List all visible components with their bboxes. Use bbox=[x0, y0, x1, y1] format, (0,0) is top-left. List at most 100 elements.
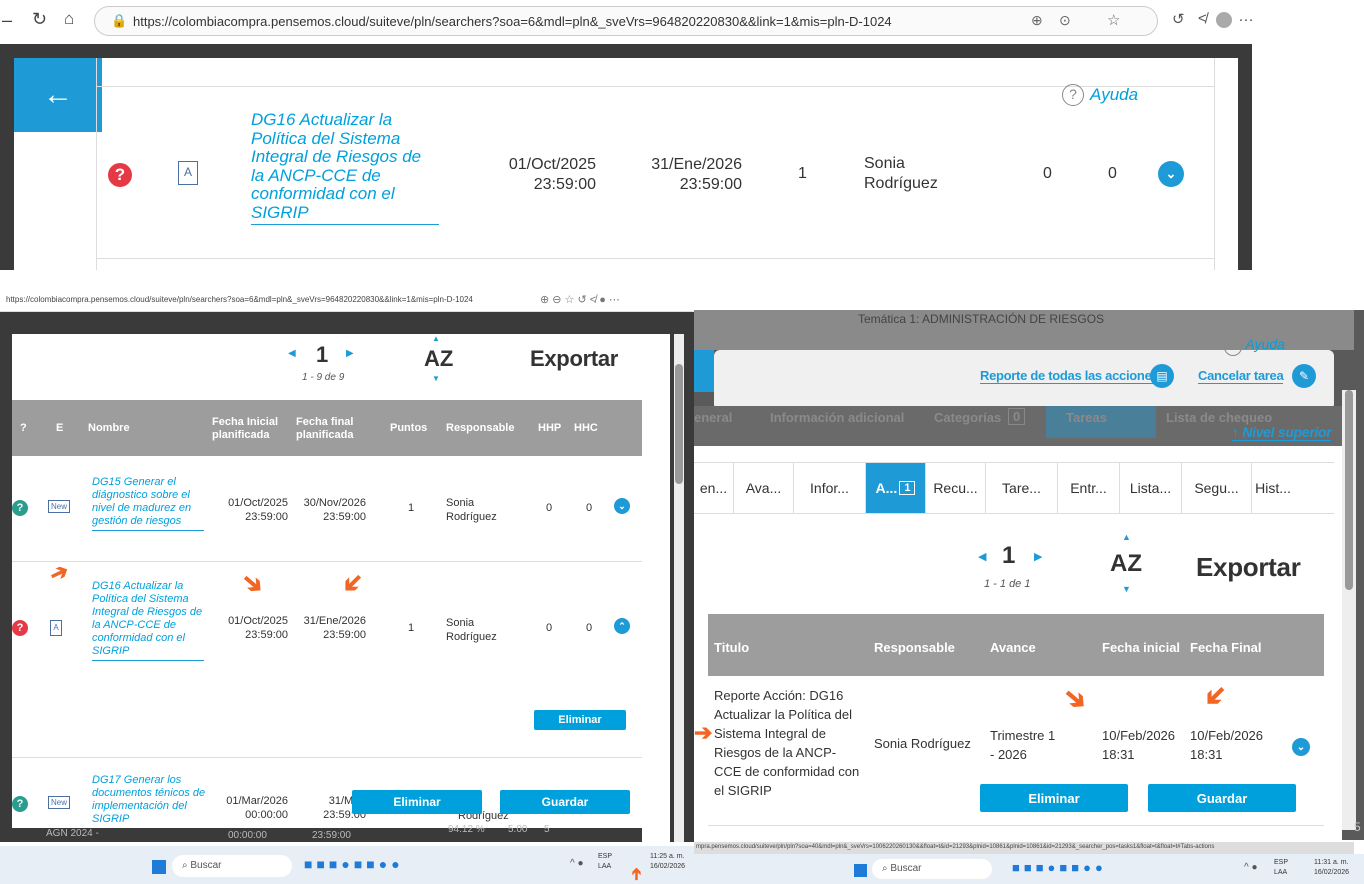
tab-10[interactable]: Hist... bbox=[1252, 463, 1294, 513]
address-bar[interactable]: 🔒 https://colombiacompra.pensemos.cloud/… bbox=[94, 6, 1158, 36]
left-pagination-next[interactable]: ▶ bbox=[346, 348, 354, 359]
tab-8[interactable]: Lista... bbox=[1120, 463, 1182, 513]
reload-icon[interactable]: ↻ bbox=[32, 9, 47, 30]
right-sort-down[interactable]: ▼ bbox=[1122, 584, 1131, 594]
left-sort-down[interactable]: ▼ bbox=[432, 374, 440, 383]
end-date: 30/Nov/2026 23:59:00 bbox=[303, 497, 366, 523]
row-right-border bbox=[1214, 58, 1215, 270]
question-status-icon: ? bbox=[12, 620, 28, 636]
hhp: 0 bbox=[1043, 165, 1052, 182]
new-badge-icon: New bbox=[48, 500, 71, 513]
tab-3[interactable]: Infor... bbox=[794, 463, 866, 513]
left-export[interactable]: Exportar bbox=[530, 346, 618, 372]
left-pagination-prev[interactable]: ◀ bbox=[288, 348, 296, 359]
favorites-bar-icon[interactable]: ≮ bbox=[1198, 10, 1207, 27]
tab-6[interactable]: Tare... bbox=[986, 463, 1058, 513]
right-header-end[interactable]: Fecha Final bbox=[1190, 640, 1262, 655]
back-nav-icon[interactable]: – bbox=[2, 10, 12, 31]
tab-2[interactable]: Ava... bbox=[734, 463, 794, 513]
up-level-link[interactable]: ↑ Nivel superior bbox=[1232, 424, 1332, 441]
task-name-link[interactable]: DG16 Actualizar la Política del Sistema … bbox=[251, 110, 439, 225]
left-url-text: https://colombiacompra.pensemos.cloud/su… bbox=[6, 295, 473, 304]
zoom-icon[interactable]: ⊕ bbox=[1031, 12, 1043, 29]
delete-button[interactable]: Eliminar bbox=[352, 790, 482, 814]
tab-active[interactable]: A... 1 bbox=[866, 463, 926, 513]
cancel-task-link[interactable]: Cancelar tarea bbox=[1198, 368, 1284, 384]
report-icon[interactable]: ▤ bbox=[1150, 364, 1174, 388]
task-name-link[interactable]: DG15 Generar el diágnostico sobre el niv… bbox=[92, 476, 204, 531]
start-date: 01/Oct/2025 23:59:00 bbox=[228, 615, 288, 641]
left-header-hhc[interactable]: HHC bbox=[574, 422, 598, 434]
left-header-hhp[interactable]: HHP bbox=[538, 422, 561, 434]
taskbar-search[interactable]: ⌕ Buscar bbox=[172, 855, 292, 877]
right-help-link[interactable]: ? Ayuda bbox=[1224, 336, 1285, 356]
task-name-link[interactable]: DG17 Generar los documentos ténicos de i… bbox=[92, 774, 210, 832]
right-pagination-next[interactable]: ▶ bbox=[1034, 550, 1042, 563]
cancel-task-icon[interactable]: ✎ bbox=[1292, 364, 1316, 388]
tab-9[interactable]: Segu... bbox=[1182, 463, 1252, 513]
left-page-number: 1 bbox=[316, 342, 329, 367]
right-topic-text: Temática 1: ADMINISTRACIÓN DE RIESGOS bbox=[858, 312, 1105, 326]
right-header-start[interactable]: Fecha inicial bbox=[1102, 640, 1180, 655]
right-pagination-prev[interactable]: ◀ bbox=[978, 550, 986, 563]
profile-icon[interactable] bbox=[1216, 12, 1232, 28]
right-sort[interactable]: AZ bbox=[1110, 550, 1142, 578]
left-table-header: ? E Nombre Fecha Inicial planificada Fec… bbox=[12, 400, 642, 456]
table-row: ? New DG15 Generar el diágnostico sobre … bbox=[12, 456, 642, 562]
report-all-link[interactable]: Reporte de todas las acciones bbox=[980, 368, 1159, 384]
windows-start-icon[interactable] bbox=[152, 860, 166, 874]
left-header-name[interactable]: Nombre bbox=[88, 422, 130, 434]
sub-tabs: en... Ava... Infor... A... 1 Recu... Tare… bbox=[694, 462, 1334, 514]
start-date: 01/Oct/2025 23:59:00 bbox=[508, 156, 596, 193]
left-scrollbar[interactable] bbox=[674, 334, 684, 842]
row-separator-bottom bbox=[96, 258, 1214, 259]
left-header-resp[interactable]: Responsable bbox=[446, 422, 514, 434]
right-page-number: 1 bbox=[1002, 542, 1016, 569]
more-icon[interactable]: … bbox=[1238, 8, 1252, 26]
tab-7[interactable]: Entr... bbox=[1058, 463, 1120, 513]
right-taskbar: ⌕ Buscar ■■■●■■●● ^ ● ESP LAA 11:31 a. m.… bbox=[694, 854, 1364, 884]
back-button[interactable]: ← bbox=[14, 58, 102, 132]
left-header-end[interactable]: Fecha final planificada bbox=[296, 416, 362, 442]
right-scrollbar[interactable] bbox=[1342, 390, 1356, 830]
table-row: ➔ Reporte Acción: DG16 Actualizar la Pol… bbox=[694, 676, 1324, 826]
left-sort-up[interactable]: ▲ bbox=[432, 334, 440, 343]
delete-button[interactable]: Eliminar bbox=[980, 784, 1128, 812]
right-sort-up[interactable]: ▲ bbox=[1122, 532, 1131, 542]
expand-button[interactable]: ⌄ bbox=[1292, 738, 1310, 756]
extension-icon[interactable]: ↺ bbox=[1172, 10, 1185, 28]
tab-5[interactable]: Recu... bbox=[926, 463, 986, 513]
help-link[interactable]: ? Ayuda bbox=[1062, 84, 1138, 106]
side-number: 5 bbox=[1354, 820, 1361, 834]
save-button[interactable]: Guardar bbox=[1148, 784, 1296, 812]
start-date: 01/Oct/2025 23:59:00 bbox=[228, 497, 288, 523]
hhp: 0 bbox=[546, 622, 553, 634]
expand-button[interactable]: ⌄ bbox=[1158, 161, 1184, 187]
left-sort[interactable]: AZ bbox=[424, 346, 453, 372]
orange-arrow-icon: ➔ bbox=[1056, 679, 1095, 718]
right-header-resp[interactable]: Responsable bbox=[874, 640, 955, 655]
delete-button[interactable]: Eliminar bbox=[534, 710, 626, 730]
taskbar-search[interactable]: ⌕ Buscar bbox=[872, 859, 992, 879]
left-header-start[interactable]: Fecha Inicial planificada bbox=[212, 416, 284, 442]
reader-icon[interactable]: ⊙ bbox=[1059, 12, 1071, 29]
task-name-link[interactable]: DG16 Actualizar la Política del Sistema … bbox=[92, 580, 204, 661]
left-header-points[interactable]: Puntos bbox=[390, 422, 427, 434]
expand-button[interactable]: ⌄ bbox=[614, 498, 630, 514]
home-icon[interactable]: ⌂ bbox=[64, 9, 74, 29]
responsible: Sonia Rodríguez bbox=[864, 155, 938, 192]
left-screenshot: https://colombiacompra.pensemos.cloud/su… bbox=[0, 290, 694, 884]
favorite-icon[interactable]: ☆ bbox=[1107, 11, 1120, 29]
responsible: Sonia Rodríguez bbox=[446, 497, 497, 523]
windows-start-icon[interactable] bbox=[854, 864, 867, 877]
hhc: 0 bbox=[586, 622, 593, 634]
orange-arrow-icon: ➔ bbox=[235, 564, 272, 602]
left-bottom-row: AGN 2024 - 00:00:00 23:59:00 94.12 % 5.0… bbox=[12, 824, 642, 842]
lock-icon: 🔒 bbox=[111, 13, 128, 28]
right-header-adv[interactable]: Avance bbox=[990, 640, 1036, 655]
right-export[interactable]: Exportar bbox=[1196, 552, 1301, 583]
tab-1[interactable]: en... bbox=[694, 463, 734, 513]
right-header-title[interactable]: Titulo bbox=[714, 640, 749, 655]
collapse-button[interactable]: ⌃ bbox=[614, 618, 630, 634]
save-button[interactable]: Guardar bbox=[500, 790, 630, 814]
